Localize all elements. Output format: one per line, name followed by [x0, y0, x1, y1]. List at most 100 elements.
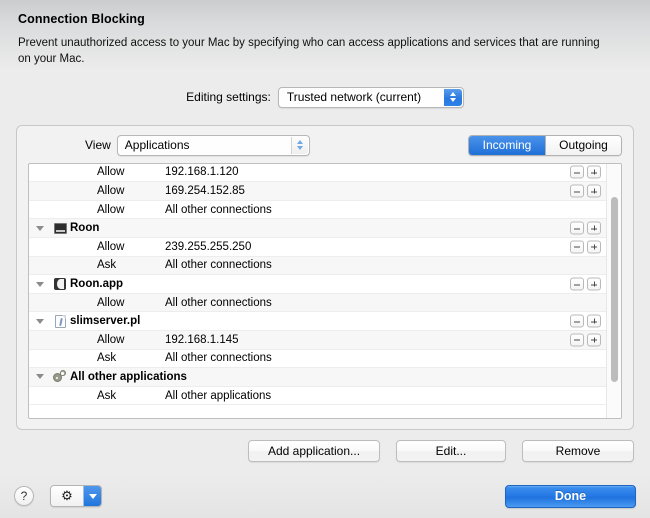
remove-rule-button[interactable]	[570, 184, 584, 198]
row-target: 192.168.1.145	[165, 333, 239, 346]
table-row[interactable]: Allow 239.255.255.250	[29, 238, 621, 257]
view-label: View	[85, 138, 111, 153]
editing-settings-value: Trusted network (current)	[286, 89, 422, 104]
remove-rule-button[interactable]	[570, 165, 584, 179]
table-row[interactable]: Allow 192.168.1.145	[29, 331, 621, 350]
rules-table[interactable]: Allow 192.168.1.120 Allow 169.254.152.85 All…	[28, 162, 622, 419]
editing-settings-popup[interactable]: Trusted network (current)	[277, 86, 464, 108]
row-target: All other connections	[165, 296, 272, 309]
disclosure-triangle-icon[interactable]	[29, 281, 50, 287]
table-row[interactable]: All other applications	[29, 368, 621, 387]
rules-groupbox: View Applications Incoming Outgoing Allo…	[16, 124, 634, 430]
scrollbar-thumb[interactable]	[611, 196, 618, 382]
row-target: All other applications	[165, 389, 272, 402]
row-target: 192.168.1.120	[165, 166, 239, 179]
row-action: Ask	[97, 259, 117, 272]
row-name: slimserver.pl	[70, 315, 141, 328]
direction-segmented-control[interactable]: Incoming Outgoing	[468, 134, 622, 156]
remove-rule-button[interactable]	[570, 277, 584, 291]
row-name: Roon	[70, 222, 100, 235]
tab-outgoing[interactable]: Outgoing	[545, 135, 621, 155]
row-target: All other connections	[165, 259, 272, 272]
disclosure-triangle-icon[interactable]	[29, 225, 50, 231]
gears-icon	[52, 370, 68, 383]
edit-button[interactable]: Edit...	[396, 439, 506, 462]
gear-icon[interactable]: ⚙	[51, 486, 83, 506]
row-target: 169.254.152.85	[165, 185, 245, 198]
chevron-down-icon	[88, 493, 97, 499]
remove-rule-button[interactable]	[570, 314, 584, 328]
table-row[interactable]: Allow 192.168.1.120	[29, 164, 621, 183]
table-row[interactable]: Ask All other applications	[29, 387, 621, 406]
editing-settings-row: Editing settings: Trusted network (curre…	[0, 86, 650, 108]
table-action-buttons: Add application... Edit... Remove	[16, 439, 634, 462]
add-rule-button[interactable]	[587, 277, 601, 291]
tab-incoming[interactable]: Incoming	[469, 135, 545, 155]
disclosure-triangle-icon[interactable]	[29, 374, 50, 380]
done-button[interactable]: Done	[505, 484, 636, 508]
add-rule-button[interactable]	[587, 221, 601, 235]
bottom-bar: ? ⚙ Done	[0, 474, 650, 518]
view-row: View Applications Incoming Outgoing	[28, 134, 622, 163]
disclosure-triangle-icon[interactable]	[29, 318, 50, 324]
row-action: Allow	[97, 185, 125, 198]
stepper-arrows-icon[interactable]	[443, 88, 462, 106]
table-row[interactable]: Allow All other connections	[29, 293, 621, 313]
chevron-up-icon	[296, 140, 303, 145]
add-rule-button[interactable]	[587, 165, 601, 179]
view-popup-value: Applications	[124, 137, 190, 152]
remove-rule-button[interactable]	[570, 240, 584, 254]
table-row[interactable]: slimserver.pl	[29, 312, 621, 331]
row-action: Allow	[97, 240, 125, 253]
gear-action-popup[interactable]: ⚙	[50, 485, 102, 507]
table-row[interactable]: Roon	[29, 219, 621, 239]
row-buttons	[570, 221, 601, 235]
row-target: All other connections	[165, 352, 272, 365]
row-action: Allow	[97, 296, 125, 309]
table-row[interactable]: Roon.app	[29, 275, 621, 294]
table-row[interactable]: Ask All other connections	[29, 350, 621, 369]
add-rule-button[interactable]	[587, 184, 601, 198]
row-target: All other connections	[165, 203, 272, 216]
row-buttons	[570, 240, 601, 254]
chevron-down-icon	[449, 98, 456, 103]
document-icon	[54, 314, 66, 328]
app-icon	[54, 278, 66, 291]
row-buttons	[570, 277, 601, 291]
table-row[interactable]: Allow All other connections	[29, 201, 621, 220]
row-action: Ask	[97, 352, 117, 365]
editing-settings-label: Editing settings:	[186, 90, 271, 105]
add-rule-button[interactable]	[587, 240, 601, 254]
help-button[interactable]: ?	[14, 486, 34, 506]
row-target: 239.255.255.250	[165, 240, 252, 253]
row-buttons	[570, 314, 601, 328]
pane-header: Connection Blocking Prevent unauthorized…	[0, 0, 650, 68]
row-action: Allow	[97, 166, 125, 179]
remove-button[interactable]: Remove	[522, 439, 634, 462]
monitor-icon	[53, 222, 67, 234]
add-rule-button[interactable]	[587, 314, 601, 328]
gear-dropdown-arrow[interactable]	[83, 486, 101, 506]
chevron-down-icon	[296, 146, 303, 151]
row-name: All other applications	[70, 370, 187, 383]
row-action: Allow	[97, 333, 125, 346]
add-rule-button[interactable]	[587, 333, 601, 347]
page-title: Connection Blocking	[18, 12, 145, 26]
row-buttons	[570, 184, 601, 198]
rules-table-body: Allow 192.168.1.120 Allow 169.254.152.85 All…	[29, 164, 621, 406]
remove-rule-button[interactable]	[570, 333, 584, 347]
table-row[interactable]: Allow 169.254.152.85	[29, 182, 621, 201]
add-application-button[interactable]: Add application...	[248, 439, 380, 462]
row-buttons	[570, 165, 601, 179]
row-action: Allow	[97, 203, 125, 216]
remove-rule-button[interactable]	[570, 221, 584, 235]
view-stepper-arrows-icon[interactable]	[290, 136, 308, 154]
row-action: Ask	[97, 389, 117, 402]
vertical-scrollbar[interactable]	[606, 163, 621, 418]
view-popup[interactable]: Applications	[116, 134, 310, 156]
row-buttons	[570, 333, 601, 347]
table-row[interactable]: Ask All other connections	[29, 256, 621, 276]
row-name: Roon.app	[70, 278, 124, 291]
chevron-up-icon	[449, 92, 456, 97]
page-description: Prevent unauthorized access to your Mac …	[18, 37, 600, 66]
